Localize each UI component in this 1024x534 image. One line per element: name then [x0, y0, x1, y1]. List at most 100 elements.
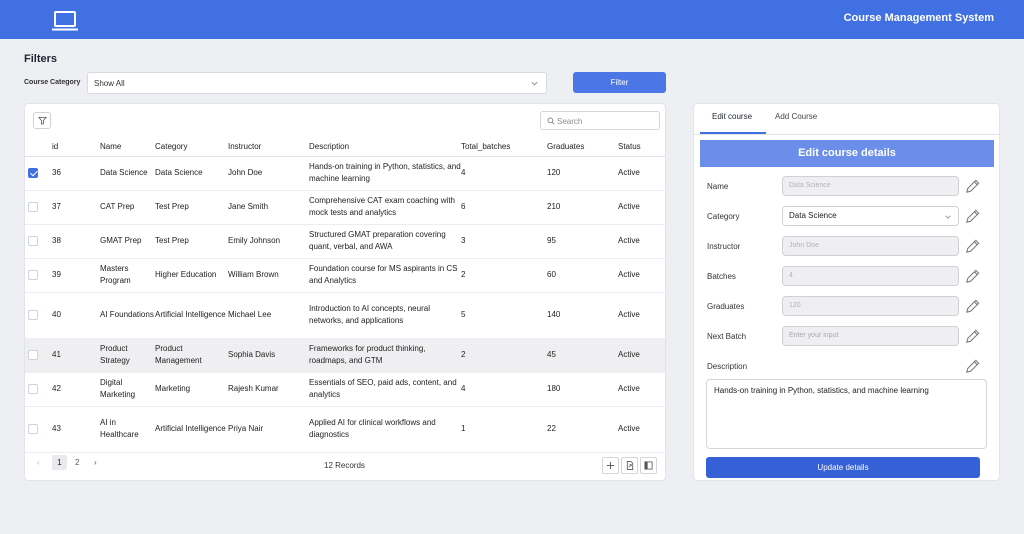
- cell-status: Active: [618, 372, 665, 407]
- table-row[interactable]: 41 Product Strategy Product Management S…: [25, 338, 665, 373]
- cell-graduates: 180: [547, 372, 618, 407]
- page-button-2[interactable]: 2: [75, 458, 79, 467]
- row-checkbox[interactable]: [28, 201, 38, 212]
- cell-name: Data Science: [100, 156, 155, 191]
- cell-graduates: 210: [547, 190, 618, 225]
- course-category-label: Course Category: [24, 79, 81, 86]
- row-checkbox[interactable]: [28, 167, 38, 178]
- cell-description: Structured GMAT preparation covering qua…: [309, 224, 461, 259]
- cell-total-batches: 4: [461, 372, 547, 407]
- form-title: Edit course details: [700, 140, 994, 167]
- table-row[interactable]: 36 Data Science Data Science John Doe Ha…: [25, 156, 665, 191]
- column-filter-button[interactable]: [33, 112, 51, 129]
- search-input[interactable]: [557, 114, 655, 128]
- cell-status: Active: [618, 406, 665, 453]
- filter-button[interactable]: Filter: [573, 72, 666, 93]
- tab-edit-course[interactable]: Edit course: [712, 112, 752, 121]
- cell-total-batches: 1: [461, 406, 547, 453]
- chevron-down-icon: [531, 81, 538, 86]
- course-editor-panel: Edit course Add Course Edit course detai…: [693, 103, 1000, 481]
- cell-instructor: Rajesh Kumar: [228, 372, 309, 407]
- course-category-select[interactable]: Show All: [87, 72, 547, 94]
- export-button[interactable]: [621, 457, 638, 474]
- cell-description: Essentials of SEO, paid ads, content, an…: [309, 372, 461, 407]
- row-checkbox[interactable]: [28, 423, 38, 434]
- cell-category: Data Science: [155, 156, 228, 191]
- pencil-icon[interactable]: [964, 298, 981, 315]
- cell-graduates: 120: [547, 156, 618, 191]
- cell-description: Foundation course for MS aspirants in CS…: [309, 258, 461, 293]
- row-checkbox[interactable]: [28, 383, 38, 394]
- cell-description: Comprehensive CAT exam coaching with moc…: [309, 190, 461, 225]
- pencil-icon[interactable]: [964, 178, 981, 195]
- column-header-name[interactable]: Name: [100, 137, 155, 157]
- table-row[interactable]: 37 CAT Prep Test Prep Jane Smith Compreh…: [25, 190, 665, 225]
- pencil-icon[interactable]: [964, 268, 981, 285]
- tab-add-course[interactable]: Add Course: [775, 112, 817, 121]
- pencil-icon[interactable]: [964, 328, 981, 345]
- app-title: Course Management System: [843, 12, 994, 24]
- table-row[interactable]: 42 Digital Marketing Marketing Rajesh Ku…: [25, 372, 665, 407]
- courses-table-card: id Name Category Instructor Description …: [24, 103, 666, 481]
- pencil-icon[interactable]: [964, 358, 981, 375]
- column-header-category[interactable]: Category: [155, 137, 228, 157]
- graduates-field[interactable]: 120: [782, 296, 959, 316]
- column-toggle-button[interactable]: [640, 457, 657, 474]
- batches-field[interactable]: 4: [782, 266, 959, 286]
- row-checkbox[interactable]: [28, 349, 38, 360]
- category-select[interactable]: Data Science: [782, 206, 959, 226]
- filters-heading: Filters: [24, 53, 58, 65]
- table-row[interactable]: 39 Masters Program Higher Education Will…: [25, 258, 665, 293]
- cell-name: AI in Healthcare: [100, 406, 155, 453]
- page-button-1[interactable]: 1: [52, 455, 67, 470]
- name-field[interactable]: Data Science: [782, 176, 959, 196]
- cell-id: 43: [52, 406, 100, 453]
- column-header-id[interactable]: id: [52, 137, 100, 157]
- cell-total-batches: 5: [461, 292, 547, 339]
- table-row[interactable]: 38 GMAT Prep Test Prep Emily Johnson Str…: [25, 224, 665, 259]
- cell-graduates: 140: [547, 292, 618, 339]
- description-textarea[interactable]: Hands-on training in Python, statistics,…: [706, 379, 987, 449]
- cell-instructor: Michael Lee: [228, 292, 309, 339]
- search-box[interactable]: [540, 111, 660, 130]
- cell-id: 36: [52, 156, 100, 191]
- cell-category: Test Prep: [155, 190, 228, 225]
- update-details-button[interactable]: Update details: [706, 457, 980, 478]
- cell-instructor: Emily Johnson: [228, 224, 309, 259]
- table-header-row: id Name Category Instructor Description …: [25, 137, 665, 157]
- category-value: Data Science: [789, 211, 837, 220]
- cell-id: 41: [52, 338, 100, 373]
- row-checkbox[interactable]: [28, 235, 38, 246]
- cell-name: GMAT Prep: [100, 224, 155, 259]
- row-checkbox[interactable]: [28, 309, 38, 320]
- column-header-total-batches[interactable]: Total_batches: [461, 137, 547, 157]
- cell-instructor: Priya Nair: [228, 406, 309, 453]
- column-header-status[interactable]: Status: [618, 137, 665, 157]
- next-batch-field[interactable]: Enter your input: [782, 326, 959, 346]
- batches-label: Batches: [707, 272, 736, 281]
- cell-total-batches: 3: [461, 224, 547, 259]
- cell-category: Artificial Intelligence: [155, 406, 228, 453]
- chevron-left-icon[interactable]: ‹: [37, 458, 40, 467]
- column-header-instructor[interactable]: Instructor: [228, 137, 309, 157]
- cell-id: 39: [52, 258, 100, 293]
- cell-description: Frameworks for product thinking, roadmap…: [309, 338, 461, 373]
- pencil-icon[interactable]: [964, 238, 981, 255]
- cell-instructor: Jane Smith: [228, 190, 309, 225]
- column-header-graduates[interactable]: Graduates: [547, 137, 618, 157]
- cell-status: Active: [618, 190, 665, 225]
- pencil-icon[interactable]: [964, 208, 981, 225]
- instructor-field[interactable]: John Doe: [782, 236, 959, 256]
- table-row[interactable]: 43 AI in Healthcare Artificial Intellige…: [25, 406, 665, 453]
- column-header-description[interactable]: Description: [309, 137, 461, 157]
- row-checkbox[interactable]: [28, 269, 38, 280]
- add-row-button[interactable]: [602, 457, 619, 474]
- cell-total-batches: 2: [461, 258, 547, 293]
- top-bar: Course Management System: [0, 0, 1024, 39]
- cell-category: Artificial Intelligence: [155, 292, 228, 339]
- cell-name: Masters Program: [100, 258, 155, 293]
- cell-name: CAT Prep: [100, 190, 155, 225]
- sidebar-panel-icon: [644, 461, 653, 470]
- table-row[interactable]: 40 AI Foundations Artificial Intelligenc…: [25, 292, 665, 339]
- chevron-right-icon[interactable]: ›: [94, 458, 97, 467]
